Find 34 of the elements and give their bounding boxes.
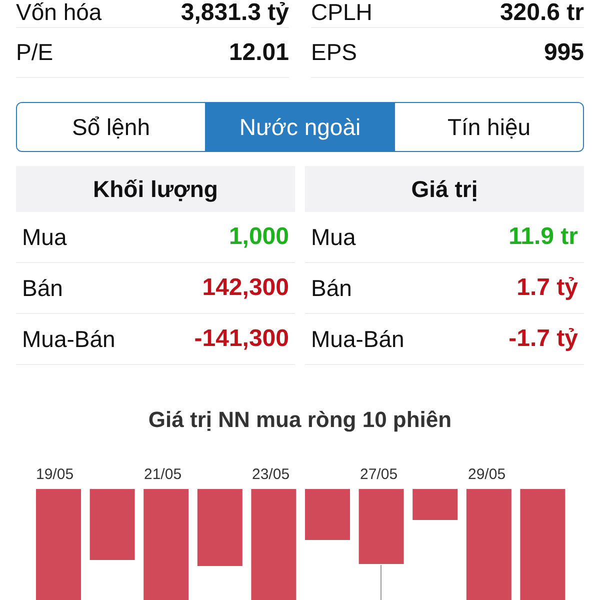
tab[interactable]: Tín hiệu [394,103,583,151]
row-label: Mua [22,222,67,252]
row-label: Mua-Bán [22,324,116,354]
axis-label: 23/05 [252,465,290,485]
row-value: 11.9 tr [508,222,578,252]
table-header: Khối lượng [16,166,295,212]
bar [305,489,350,540]
bar [90,489,135,560]
axis-label: 29/05 [468,465,506,485]
stat-value: 12.01 [228,38,289,68]
stat-label: CPLH [311,0,372,28]
row-value: 1.7 tỷ [516,273,578,303]
stat-label: EPS [311,38,358,68]
row-value: 1,000 [228,222,289,252]
stat-value: 995 [544,38,584,68]
row-label: Mua [311,222,356,252]
bar [412,489,458,520]
stat-label: P/E [16,38,54,68]
row-value: -141,300 [194,324,289,354]
axis-tick [380,564,382,600]
row-label: Bán [311,274,352,303]
stat-value: 320.6 tr [500,0,584,28]
table-header: Giá trị [305,166,584,212]
row-label: Mua-Bán [311,324,404,354]
tab[interactable]: Nước ngoài [205,103,394,151]
chart-title: Giá trị NN mua ròng 10 phiên [147,406,453,434]
axis-label: 19/05 [36,465,74,485]
row-label: Bán [22,274,63,303]
row-value: -1.7 tỷ [508,324,578,354]
axis-label: 21/05 [144,465,182,485]
stat-value: 3,831.3 tỷ [180,0,289,28]
axis-label: 27/05 [360,465,398,485]
row-value: 142,300 [202,273,289,303]
stat-label: Vốn hóa [16,0,102,28]
